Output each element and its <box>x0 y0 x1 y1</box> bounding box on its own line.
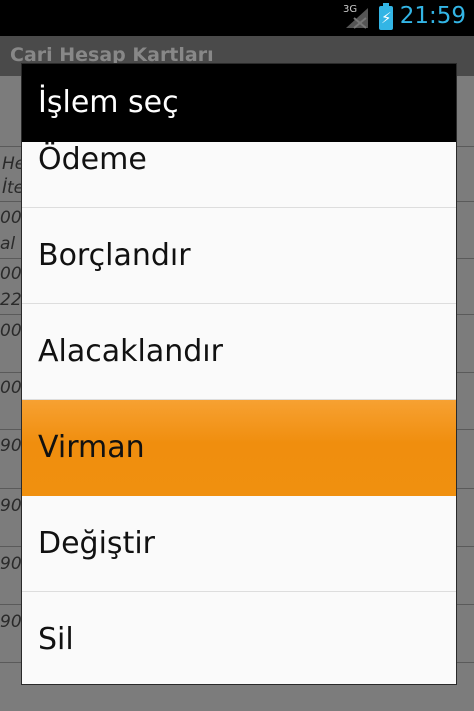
background-cell: 00 <box>0 321 22 341</box>
background-cell: 00 <box>0 208 22 228</box>
action-list[interactable]: Ödeme Borçlandır Alacaklandır Virman Değ… <box>22 142 456 684</box>
background-title: Cari Hesap Kartları <box>10 44 214 66</box>
background-cell: He <box>2 154 26 174</box>
background-cell: İte <box>2 178 25 198</box>
clock: 21:59 <box>399 3 466 29</box>
action-dialog: İşlem seç Ödeme Borçlandır Alacaklandır … <box>22 64 456 684</box>
status-bar: 3G ⚡ 21:59 <box>0 0 474 36</box>
background-cell: 90 <box>0 496 22 516</box>
menu-item-alacaklandir[interactable]: Alacaklandır <box>22 304 456 400</box>
menu-item-borclandir[interactable]: Borçlandır <box>22 208 456 304</box>
background-cell: 90 <box>0 554 22 574</box>
background-cell: 90 <box>0 612 22 632</box>
menu-item-degistir[interactable]: Değiştir <box>22 496 456 592</box>
battery-charging-icon: ⚡ <box>379 3 393 30</box>
background-cell: 00 <box>0 264 22 284</box>
background-cell: 00 <box>0 378 22 398</box>
background-cell: 90 <box>0 436 22 456</box>
dialog-title: İşlem seç <box>22 64 456 142</box>
background-cell: al <box>0 234 16 254</box>
network-signal-icon: 3G <box>340 4 372 30</box>
menu-item-sil[interactable]: Sil <box>22 592 456 684</box>
menu-item-virman[interactable]: Virman <box>22 400 456 496</box>
menu-item-odeme[interactable]: Ödeme <box>22 142 456 208</box>
background-cell: 22 <box>0 290 22 310</box>
